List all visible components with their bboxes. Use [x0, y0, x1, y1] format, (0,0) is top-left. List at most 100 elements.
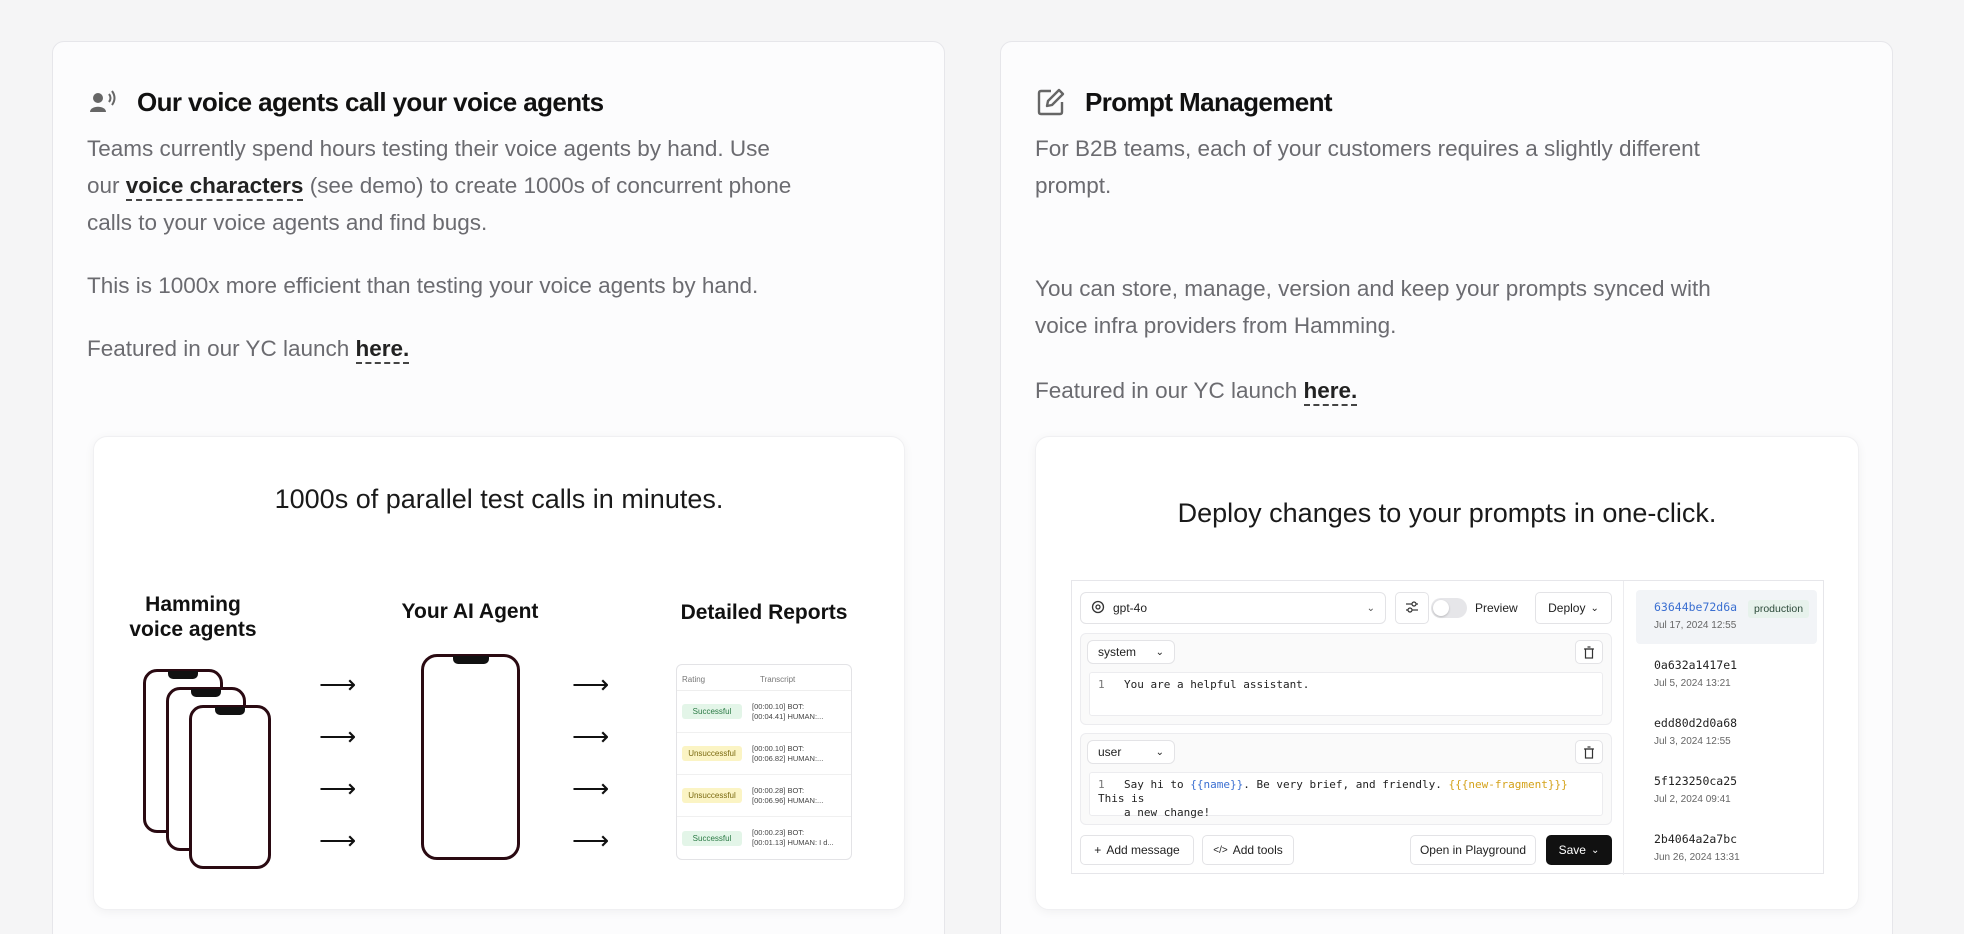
prompt-management-heading: Prompt Management	[1035, 86, 1333, 118]
version-item[interactable]: 5f123250ca25 Jul 2, 2024 09:41	[1636, 764, 1817, 818]
version-item[interactable]: 0a632a1417e1 Jul 5, 2024 13:21	[1636, 648, 1817, 702]
status-badge: Successful	[682, 830, 742, 846]
status-badge: Unsuccessful	[682, 788, 742, 803]
text-span: Featured in our YC launch	[87, 336, 350, 361]
arrow-right-icon: ⟶	[572, 669, 610, 699]
open-playground-button[interactable]: Open in Playground	[1410, 835, 1536, 865]
role-select[interactable]: system ⌄	[1087, 640, 1175, 664]
preview-label: Preview	[1475, 601, 1518, 615]
add-message-button[interactable]: + Add message	[1080, 835, 1194, 865]
voice-characters-link[interactable]: voice characters	[125, 173, 304, 201]
role-label: user	[1098, 745, 1122, 759]
sync-paragraph: You can store, manage, version and keep …	[1035, 270, 1855, 344]
yc-launch-link[interactable]: here.	[355, 336, 410, 364]
illustration-caption: 1000s of parallel test calls in minutes.	[274, 484, 724, 514]
version-item[interactable]: 63644be72d6a Jul 17, 2024 12:55 producti…	[1636, 590, 1817, 644]
line-number: 1	[1098, 778, 1105, 791]
card-title: Our voice agents call your voice agents	[137, 86, 604, 117]
voice-agents-heading: Our voice agents call your voice agents	[87, 86, 604, 118]
text-line: prompt.	[1035, 173, 1112, 198]
chevron-down-icon: ⌄	[1366, 602, 1375, 614]
version-hash: 2b4064a2a7bc	[1654, 832, 1738, 846]
chevron-down-icon: ⌄	[1155, 646, 1164, 658]
text-span: (see demo) to create 1000s of concurrent…	[309, 173, 792, 198]
arrow-right-icon: ⟶	[319, 773, 357, 803]
version-date: Jul 5, 2024 13:21	[1654, 678, 1731, 689]
settings-sliders-button[interactable]	[1395, 592, 1429, 624]
role-select[interactable]: user ⌄	[1087, 740, 1175, 764]
report-table: Rating Transcript Successful [00:00.10] …	[676, 664, 852, 860]
description-paragraph: For B2B teams, each of your customers re…	[1035, 130, 1855, 204]
version-date: Jun 26, 2024 13:31	[1654, 852, 1740, 863]
report-header: Rating Transcript	[677, 665, 851, 691]
add-tools-button[interactable]: </> Add tools	[1202, 835, 1294, 865]
code-icon: </>	[1213, 844, 1228, 856]
speaking-person-icon	[87, 86, 119, 118]
prompt-editor-mock: gpt-4o ⌄ Preview Deploy ⌄ system ⌄ 1You …	[1071, 580, 1824, 876]
version-hash: edd80d2d0a68	[1654, 716, 1738, 730]
version-date: Jul 2, 2024 09:41	[1654, 794, 1731, 805]
model-name: gpt-4o	[1113, 601, 1148, 615]
fragment-variable: {{{new-fragment}}}	[1448, 778, 1568, 791]
arrow-right-icon: ⟶	[572, 721, 610, 751]
system-message-block: system ⌄ 1 You are a helpful assistant.	[1080, 633, 1612, 725]
transcript-header: Transcript	[760, 675, 796, 684]
phone-outline	[189, 705, 271, 869]
prompt-editor: gpt-4o ⌄ Preview Deploy ⌄ system ⌄ 1You …	[1072, 581, 1623, 875]
message-text: . Be very brief, and friendly.	[1243, 778, 1449, 791]
text-line: Teams currently spend hours testing thei…	[87, 136, 770, 161]
text-span: our	[87, 173, 120, 198]
yc-launch-paragraph: Featured in our YC launch here.	[87, 330, 410, 367]
save-button[interactable]: Save ⌄	[1546, 835, 1612, 865]
arrow-right-icon: ⟶	[319, 669, 357, 699]
chevron-down-icon: ⌄	[1155, 746, 1164, 758]
version-hash: 5f123250ca25	[1654, 774, 1738, 788]
button-label: Add message	[1106, 843, 1180, 857]
text-line: For B2B teams, each of your customers re…	[1035, 136, 1700, 161]
message-content: You are a helpful assistant.	[1124, 678, 1310, 691]
report-row: Successful [00:00.10] BOT: [00:04.41] HU…	[677, 691, 851, 733]
edit-square-icon	[1035, 86, 1067, 118]
transcript-cell: [00:00.28] BOT: [00:06.96] HUMAN:...	[752, 785, 824, 805]
line-number: 1	[1098, 678, 1105, 691]
role-label: system	[1098, 645, 1137, 659]
message-text: This is	[1098, 792, 1145, 805]
card-title: Prompt Management	[1085, 86, 1333, 117]
arrow-right-icon: ⟶	[572, 825, 610, 855]
yc-launch-link[interactable]: here.	[1303, 378, 1358, 406]
template-variable: {{name}}	[1190, 778, 1244, 791]
plus-icon: +	[1094, 843, 1102, 857]
message-text: a new change!	[1124, 806, 1211, 819]
status-badge: Successful	[682, 704, 742, 719]
trash-icon[interactable]	[1575, 740, 1603, 764]
message-editor[interactable]: 1 You are a helpful assistant.	[1089, 672, 1603, 716]
text-line: You can store, manage, version and keep …	[1035, 276, 1711, 301]
hamming-voice-agents-label: Hamming voice agents	[129, 593, 257, 641]
message-editor[interactable]: 1 Say hi to {{name}}. Be very brief, and …	[1089, 772, 1603, 819]
openai-icon	[1091, 600, 1105, 617]
user-message-block: user ⌄ 1 Say hi to {{name}}. Be very brie…	[1080, 733, 1612, 825]
your-ai-agent-label: Your AI Agent	[401, 600, 539, 623]
text-line: calls to your voice agents and find bugs…	[87, 210, 488, 235]
sliders-icon	[1405, 600, 1419, 616]
model-select[interactable]: gpt-4o ⌄	[1080, 592, 1386, 624]
trash-icon[interactable]	[1575, 640, 1603, 664]
chevron-down-icon: ⌄	[1590, 602, 1599, 614]
production-badge: production	[1748, 600, 1810, 618]
detailed-reports-label: Detailed Reports	[680, 601, 848, 624]
rating-header: Rating	[682, 675, 706, 684]
text-span: Featured in our YC launch	[1035, 378, 1298, 403]
chevron-down-icon: ⌄	[1590, 844, 1600, 856]
version-date: Jul 17, 2024 12:55	[1654, 620, 1737, 631]
version-item[interactable]: edd80d2d0a68 Jul 3, 2024 12:55	[1636, 706, 1817, 760]
deploy-dropdown-button[interactable]: Deploy ⌄	[1535, 592, 1612, 624]
message-text: Say hi to	[1124, 778, 1191, 791]
report-row: Unsuccessful [00:00.10] BOT: [00:06.82] …	[677, 733, 851, 775]
description-paragraph: Teams currently spend hours testing thei…	[87, 130, 907, 241]
version-hash: 0a632a1417e1	[1654, 658, 1738, 672]
transcript-cell: [00:00.10] BOT: [00:04.41] HUMAN:...	[752, 701, 824, 721]
version-item[interactable]: 2b4064a2a7bc Jun 26, 2024 13:31	[1636, 822, 1817, 876]
arrow-right-icon: ⟶	[319, 825, 357, 855]
yc-launch-paragraph: Featured in our YC launch here.	[1035, 372, 1358, 409]
preview-toggle[interactable]	[1431, 598, 1467, 618]
